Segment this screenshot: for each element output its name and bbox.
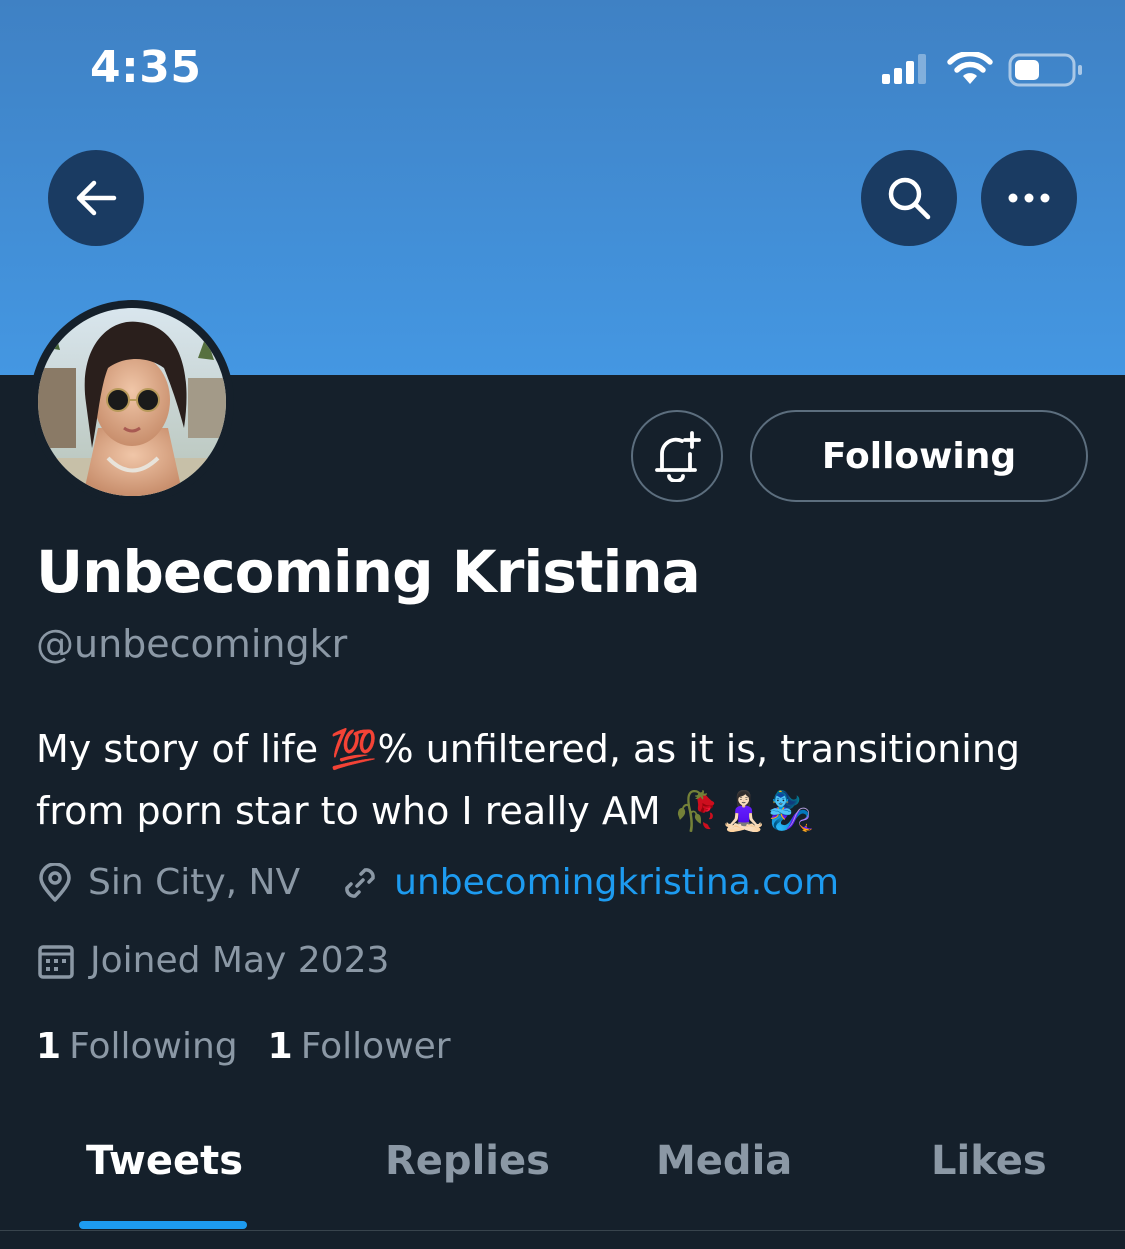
website-link[interactable]: unbecomingkristina.com xyxy=(394,862,839,903)
avatar-photo xyxy=(38,308,226,496)
tab-tweets[interactable]: Tweets xyxy=(86,1138,243,1184)
bell-plus-icon xyxy=(655,431,701,482)
bio-line-2: from porn star to who I really AM 🥀🧘🏻‍♀️… xyxy=(36,789,815,833)
following-count[interactable]: 1 Following xyxy=(36,1026,238,1067)
notify-button[interactable] xyxy=(631,410,723,502)
followers-label: Follower xyxy=(300,1026,451,1067)
joined-date: Joined May 2023 xyxy=(36,940,389,981)
profile-tabs: Tweets Replies Media Likes xyxy=(0,1120,1125,1230)
location-text: Sin City, NV xyxy=(88,862,301,903)
arrow-left-icon xyxy=(76,180,117,216)
following-button[interactable]: Following xyxy=(750,410,1088,502)
more-dots-icon xyxy=(1008,193,1050,203)
location: Sin City, NV xyxy=(36,862,300,903)
joined-text: Joined May 2023 xyxy=(90,940,390,981)
cellular-signal-icon xyxy=(882,54,926,84)
back-button[interactable] xyxy=(48,150,144,246)
active-tab-indicator xyxy=(79,1221,247,1229)
bio-line-1: My story of life 💯% unfiltered, as it is… xyxy=(36,727,1021,771)
display-name: Unbecoming Kristina xyxy=(36,538,701,606)
wifi-icon xyxy=(947,52,993,84)
more-button[interactable] xyxy=(981,150,1077,246)
follow-stats: 1 Following 1 Follower xyxy=(36,1026,481,1067)
joined-row: Joined May 2023 xyxy=(36,940,389,981)
battery-icon xyxy=(1008,53,1082,87)
location-pin-icon xyxy=(39,862,71,902)
followers-count[interactable]: 1 Follower xyxy=(268,1026,451,1067)
search-button[interactable] xyxy=(861,150,957,246)
location-website-row: Sin City, NV unbecomingkristina.com xyxy=(36,862,839,903)
website[interactable]: unbecomingkristina.com xyxy=(340,862,839,903)
following-label: Following xyxy=(69,1026,238,1067)
calendar-icon xyxy=(38,944,74,979)
status-time: 4:35 xyxy=(90,42,202,93)
search-icon xyxy=(888,177,931,220)
tabs-divider xyxy=(0,1230,1125,1231)
avatar[interactable] xyxy=(38,308,226,496)
bio: My story of life 💯% unfiltered, as it is… xyxy=(36,718,1096,842)
link-icon xyxy=(345,867,375,898)
followers-number: 1 xyxy=(267,1026,293,1067)
tab-replies[interactable]: Replies xyxy=(385,1138,550,1184)
username-handle: @unbecomingkr xyxy=(36,622,348,666)
tab-media[interactable]: Media xyxy=(656,1138,792,1184)
following-number: 1 xyxy=(36,1026,62,1067)
tab-likes[interactable]: Likes xyxy=(931,1138,1047,1184)
